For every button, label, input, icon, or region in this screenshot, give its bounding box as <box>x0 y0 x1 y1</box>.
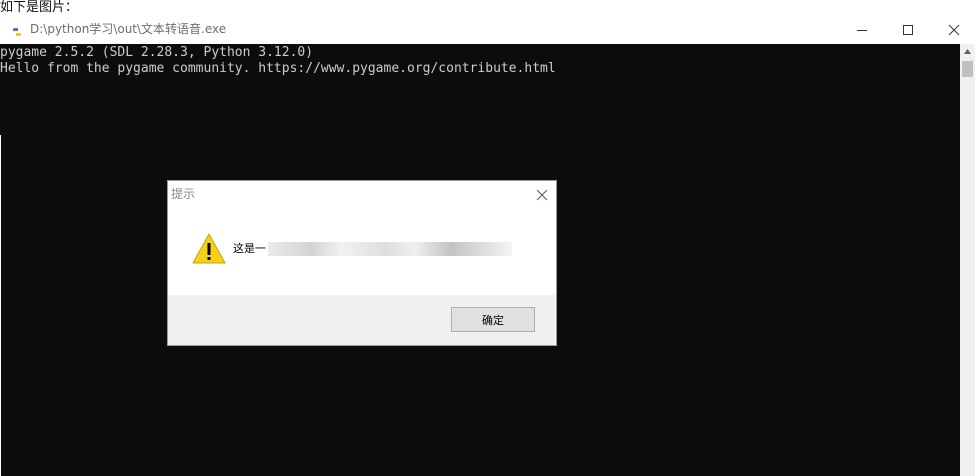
title-bar[interactable]: D:\python学习\out\文本转语音.exe <box>0 16 975 44</box>
minimize-button[interactable] <box>839 16 885 44</box>
window-edge <box>0 135 1 476</box>
window-title: D:\python学习\out\文本转语音.exe <box>30 22 227 36</box>
screenshot: 如下是图片： D:\python学习\out\文本转语音.exe pygame … <box>0 0 975 476</box>
dialog-footer: 确定 <box>168 295 556 345</box>
caption-text: 如下是图片： <box>0 0 79 15</box>
message-dialog: 提示 这是一 确定 <box>167 180 557 346</box>
minimize-icon <box>857 30 867 31</box>
vertical-scrollbar[interactable] <box>960 44 975 476</box>
close-button[interactable] <box>931 16 975 44</box>
ok-button[interactable]: 确定 <box>451 307 535 332</box>
python-icon <box>11 23 23 36</box>
maximize-icon <box>903 25 913 35</box>
dialog-message: 这是一 <box>233 242 266 255</box>
close-icon <box>536 189 548 201</box>
redacted-text <box>268 242 512 256</box>
dialog-body: 这是一 <box>168 209 556 295</box>
close-icon <box>948 24 960 36</box>
scroll-up-arrow-icon[interactable] <box>964 49 971 54</box>
maximize-button[interactable] <box>885 16 931 44</box>
dialog-close-button[interactable] <box>532 185 552 205</box>
scroll-thumb[interactable] <box>962 61 973 77</box>
console-line: pygame 2.5.2 (SDL 2.28.3, Python 3.12.0) <box>0 45 314 60</box>
dialog-title: 提示 <box>171 187 196 201</box>
console-line: Hello from the pygame community. https:/… <box>0 61 556 76</box>
warning-icon <box>192 233 226 269</box>
